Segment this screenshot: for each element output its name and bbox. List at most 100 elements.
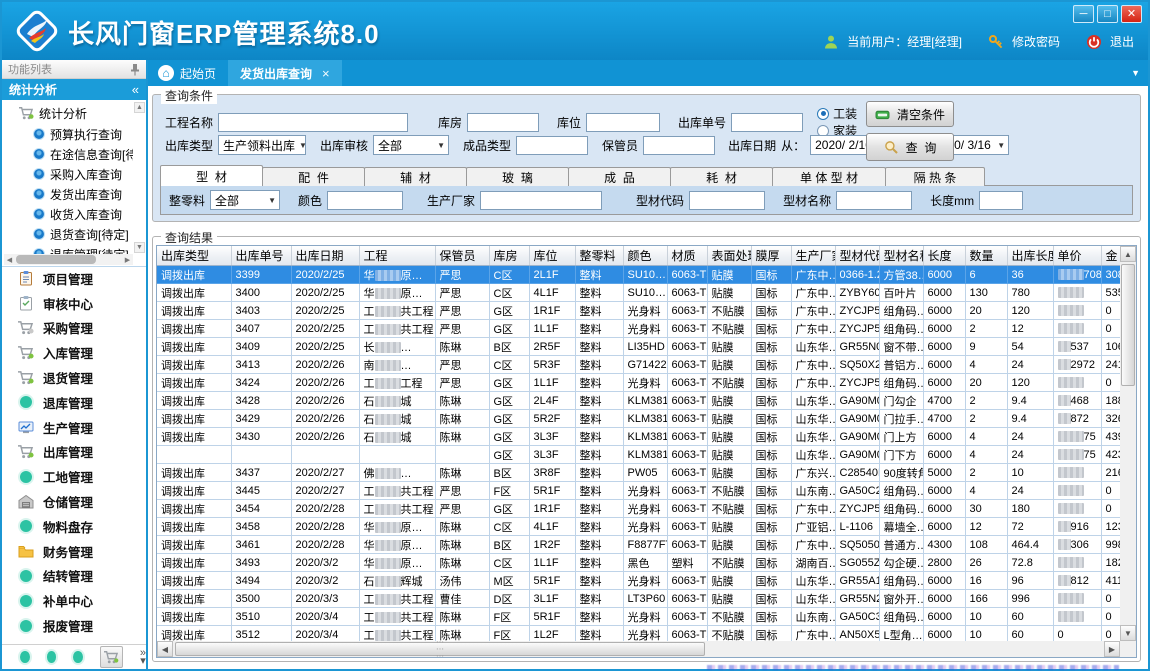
sidebar-item-审核中心[interactable]: 审核中心 (2, 291, 146, 316)
dot-icon[interactable] (47, 651, 57, 663)
tab-overflow-icon[interactable]: ▼ (1131, 68, 1140, 78)
sidebar-item-工地管理[interactable]: 工地管理 (2, 464, 146, 489)
grid-vertical-scrollbar[interactable]: ▲ ▼ (1120, 246, 1136, 641)
tree-vertical-scrollbar[interactable]: ▲▼ (134, 102, 145, 253)
material-tab-耗材[interactable]: 耗 材 (670, 167, 773, 186)
table-row[interactable]: 调拨出库34302020/2/26石城陈琳G区3L3F整料KLM38176063… (157, 428, 1120, 446)
keeper-input[interactable] (643, 136, 715, 155)
table-row[interactable]: 调拨出库35102020/3/4工共工程陈琳F区5R1F整料光身料6063-T5… (157, 608, 1120, 626)
column-header-颜色[interactable]: 颜色 (623, 246, 667, 266)
table-row[interactable]: 调拨出库34542020/2/28工共工程严思G区1R1F整料光身料6063-T… (157, 500, 1120, 518)
tree-item-退库管理[待定][interactable]: 退库管理[待定] (4, 244, 133, 254)
column-header-出库日期[interactable]: 出库日期 (291, 246, 359, 266)
dot-icon[interactable] (20, 651, 30, 663)
column-header-库位[interactable]: 库位 (529, 246, 575, 266)
sidebar-item-入库管理[interactable]: 入库管理 (2, 340, 146, 365)
table-row[interactable]: 调拨出库33992020/2/25华原…严思C区2L1F整料SU10…6063-… (157, 266, 1120, 284)
color-input[interactable] (327, 191, 403, 210)
table-row[interactable]: 调拨出库34282020/2/26石城陈琳G区2L4F整料KLM38176063… (157, 392, 1120, 410)
column-header-型材名称[interactable]: 型材名称 (879, 246, 923, 266)
sidebar-item-仓储管理[interactable]: 仓储管理 (2, 489, 146, 514)
scroll-left-icon[interactable]: ◀ (157, 641, 173, 657)
column-header-金[interactable]: 金 (1101, 246, 1120, 266)
close-button[interactable]: ✕ (1121, 5, 1142, 23)
sidebar-item-补单中心[interactable]: 补单中心 (2, 588, 146, 613)
table-row[interactable]: 调拨出库34292020/2/26石城陈琳G区5R2F整料KLM38176063… (157, 410, 1120, 428)
table-row[interactable]: 调拨出库34072020/2/25工共工程严思G区1L1F整料光身料6063-T… (157, 320, 1120, 338)
sidebar-item-退货管理[interactable]: 退货管理 (2, 365, 146, 390)
table-row[interactable]: 调拨出库34132020/2/26南…严思C区5R3F整料G714226063-… (157, 356, 1120, 374)
project-name-input[interactable] (218, 113, 408, 132)
table-row[interactable]: 调拨出库34452020/2/27工共工程严思F区5R1F整料光身料6063-T… (157, 482, 1120, 500)
table-row[interactable]: 调拨出库34932020/3/2华原…陈琳C区1L1F整料黑色塑料不贴膜国标湖南… (157, 554, 1120, 572)
tab-active[interactable]: 发货出库查询 × (228, 60, 342, 86)
warehouse-input[interactable] (467, 113, 539, 132)
material-tab-隔热条[interactable]: 隔 热 条 (885, 167, 985, 186)
tree-item-发货出库查询[interactable]: 发货出库查询 (4, 184, 133, 204)
tab-close-icon[interactable]: × (322, 66, 330, 81)
order-no-input[interactable] (731, 113, 803, 132)
table-row[interactable]: G区3L3F整料KLM38176063-T5贴膜国标山东华…GA90M09…门下… (157, 446, 1120, 464)
column-header-出库单号[interactable]: 出库单号 (231, 246, 291, 266)
tree-item-采购入库查询[interactable]: 采购入库查询 (4, 164, 133, 184)
horizontal-scroll-thumb[interactable] (175, 642, 705, 656)
material-tab-单体型材[interactable]: 单 体 型 材 (772, 167, 886, 186)
pin-icon[interactable] (130, 63, 140, 76)
whole-part-select[interactable]: 全部▼ (210, 190, 280, 210)
sidebar-item-退库管理[interactable]: 退库管理 (2, 390, 146, 415)
overflow-chevron-icon[interactable]: »▾ (140, 649, 146, 665)
column-header-出库长度[interactable]: 出库长度 (1007, 246, 1053, 266)
cart-button[interactable] (100, 646, 123, 668)
column-header-保管员[interactable]: 保管员 (435, 246, 489, 266)
column-header-膜厚[interactable]: 膜厚 (751, 246, 791, 266)
table-row[interactable]: 调拨出库34942020/3/2石辉城汤伟M区5R1F整料光身料6063-T5贴… (157, 572, 1120, 590)
table-row[interactable]: 调拨出库35002020/3/3工共工程曹佳D区3L1F整料LT3P606063… (157, 590, 1120, 608)
tree-horizontal-scrollbar[interactable]: ◀▶ (4, 254, 133, 265)
tree-root-node[interactable]: 统计分析 (4, 102, 133, 124)
scroll-up-icon[interactable]: ▲ (1120, 246, 1136, 262)
sidebar-item-结转管理[interactable]: 结转管理 (2, 564, 146, 589)
scroll-right-icon[interactable]: ▶ (1104, 641, 1120, 657)
column-header-工程[interactable]: 工程 (359, 246, 435, 266)
material-tab-配件[interactable]: 配 件 (262, 167, 365, 186)
column-header-库房[interactable]: 库房 (489, 246, 529, 266)
column-header-材质[interactable]: 材质 (667, 246, 707, 266)
logout-link[interactable]: 退出 (1110, 33, 1134, 50)
profile-code-input[interactable] (689, 191, 765, 210)
column-header-生产厂家[interactable]: 生产厂家 (791, 246, 835, 266)
location-input[interactable] (586, 113, 660, 132)
grid-horizontal-scrollbar[interactable]: ◀ ▶ (157, 641, 1120, 657)
material-tab-辅材[interactable]: 辅 材 (364, 167, 467, 186)
factory-input[interactable] (480, 191, 602, 210)
minimize-button[interactable]: ─ (1073, 5, 1094, 23)
material-tab-玻璃[interactable]: 玻 璃 (466, 167, 569, 186)
tree-item-退货查询[待定][interactable]: 退货查询[待定] (4, 224, 133, 244)
dot-icon[interactable] (73, 651, 83, 663)
clear-conditions-button[interactable]: 清空条件 (866, 101, 954, 127)
sidebar-item-报废管理[interactable]: 报废管理 (2, 613, 146, 638)
column-header-出库类型[interactable]: 出库类型 (157, 246, 231, 266)
profile-name-input[interactable] (836, 191, 912, 210)
maximize-button[interactable]: □ (1097, 5, 1118, 23)
tab-home[interactable]: ⌂ 起始页 (148, 60, 228, 86)
sidebar-item-物料盘存[interactable]: 物料盘存 (2, 514, 146, 539)
column-header-长度[interactable]: 长度 (923, 246, 965, 266)
search-button[interactable]: 查 询 (866, 133, 954, 161)
sidebar-item-项目管理[interactable]: 项目管理 (2, 266, 146, 291)
tree-item-预算执行查询[interactable]: 预算执行查询 (4, 124, 133, 144)
sidebar-item-出库管理[interactable]: 出库管理 (2, 440, 146, 465)
scroll-down-icon[interactable]: ▼ (1120, 625, 1136, 641)
table-row[interactable]: 调拨出库34582020/2/28华原…陈琳C区4L1F整料光身料6063-T5… (157, 518, 1120, 536)
column-header-数量[interactable]: 数量 (965, 246, 1007, 266)
table-row[interactable]: 调拨出库34612020/2/28华原…陈琳B区1R2F整料F8877FT606… (157, 536, 1120, 554)
column-header-单价[interactable]: 单价 (1053, 246, 1101, 266)
vertical-scroll-thumb[interactable] (1121, 264, 1135, 386)
collapse-icon[interactable]: « (132, 82, 139, 97)
radio-工装[interactable]: 工装 (817, 105, 857, 122)
table-row[interactable]: 调拨出库34032020/2/25工共工程严思G区1R1F整料光身料6063-T… (157, 302, 1120, 320)
table-row[interactable]: 调拨出库34372020/2/27佛…陈琳B区3R8F整料PW056063-T5… (157, 464, 1120, 482)
product-type-input[interactable] (516, 136, 588, 155)
column-header-整零料[interactable]: 整零料 (575, 246, 623, 266)
table-row[interactable]: 调拨出库34002020/2/25华原…严思C区4L1F整料SU10…6063-… (157, 284, 1120, 302)
table-row[interactable]: 调拨出库34092020/2/25长…陈琳B区2R5F整料LI35HD6063-… (157, 338, 1120, 356)
